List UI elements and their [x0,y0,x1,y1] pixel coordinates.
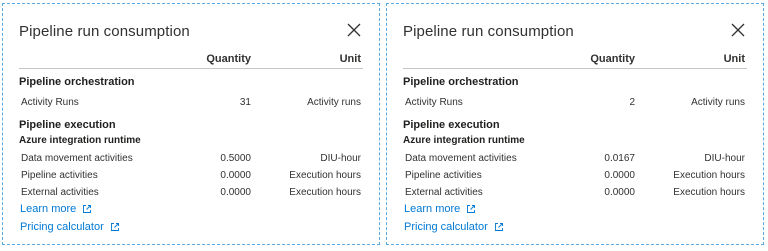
row-quantity: 0.0167 [604,153,635,164]
pricing-calculator-link[interactable]: Pricing calculator [20,218,120,236]
row-name: External activities [405,187,483,198]
table-row: External activities 0.0000 Execution hou… [19,184,363,201]
unit-column-header: Unit [723,53,745,65]
section-heading-execution: Pipeline execution [19,119,116,131]
row-name: Activity Runs [405,97,463,108]
pricing-calculator-label: Pricing calculator [404,221,488,233]
row-name: Data movement activities [21,153,133,164]
external-link-icon [494,222,504,232]
row-quantity: 0.0000 [604,170,635,181]
links-group: Learn more Pricing calculator [404,200,504,236]
pricing-calculator-label: Pricing calculator [20,221,104,233]
row-unit: DIU-hour [704,153,745,164]
row-unit: Execution hours [289,170,361,181]
row-quantity: 0.0000 [220,170,251,181]
table-row: Data movement activities 0.0167 DIU-hour [403,150,747,167]
pricing-calculator-link[interactable]: Pricing calculator [404,218,504,236]
row-unit: Activity runs [307,97,361,108]
subsection-heading-runtime: Azure integration runtime [19,135,141,146]
table-row: External activities 0.0000 Execution hou… [403,184,747,201]
links-group: Learn more Pricing calculator [20,200,120,236]
unit-column-header: Unit [339,53,361,65]
section-heading-execution: Pipeline execution [403,119,500,131]
external-link-icon [82,204,92,214]
external-link-icon [110,222,120,232]
table-header: Quantity Unit [19,52,363,69]
row-unit: Activity runs [691,97,745,108]
row-quantity: 0.5000 [220,153,251,164]
close-icon[interactable] [347,23,361,37]
section-heading-orchestration: Pipeline orchestration [403,76,519,88]
panel-title: Pipeline run consumption [19,23,190,40]
consumption-panel-left: Pipeline run consumption Quantity Unit P… [2,3,380,245]
learn-more-link[interactable]: Learn more [20,200,120,218]
row-unit: DIU-hour [320,153,361,164]
panel-title: Pipeline run consumption [403,23,574,40]
consumption-table: Quantity Unit Pipeline orchestration Act… [403,52,747,201]
quantity-column-header: Quantity [206,53,251,65]
subsection-heading-runtime: Azure integration runtime [403,135,525,146]
quantity-column-header: Quantity [590,53,635,65]
table-row: Pipeline activities 0.0000 Execution hou… [403,167,747,184]
learn-more-label: Learn more [404,203,461,215]
row-quantity: 0.0000 [220,187,251,198]
row-name: Pipeline activities [21,170,98,181]
external-link-icon [466,204,476,214]
row-unit: Execution hours [673,170,745,181]
row-unit: Execution hours [289,187,361,198]
row-quantity: 0.0000 [604,187,635,198]
row-name: External activities [21,187,99,198]
row-quantity: 31 [239,97,251,108]
row-name: Data movement activities [405,153,517,164]
learn-more-link[interactable]: Learn more [404,200,504,218]
learn-more-label: Learn more [20,203,77,215]
table-row: Activity Runs 2 Activity runs [403,94,747,111]
table-header: Quantity Unit [403,52,747,69]
consumption-panel-right: Pipeline run consumption Quantity Unit P… [386,3,764,245]
row-name: Pipeline activities [405,170,482,181]
table-row: Pipeline activities 0.0000 Execution hou… [19,167,363,184]
table-row: Activity Runs 31 Activity runs [19,94,363,111]
section-heading-orchestration: Pipeline orchestration [19,76,135,88]
row-quantity: 2 [629,97,635,108]
page: Pipeline run consumption Quantity Unit P… [0,0,768,251]
row-unit: Execution hours [673,187,745,198]
table-row: Data movement activities 0.5000 DIU-hour [19,150,363,167]
consumption-table: Quantity Unit Pipeline orchestration Act… [19,52,363,201]
row-name: Activity Runs [21,97,79,108]
close-icon[interactable] [731,23,745,37]
